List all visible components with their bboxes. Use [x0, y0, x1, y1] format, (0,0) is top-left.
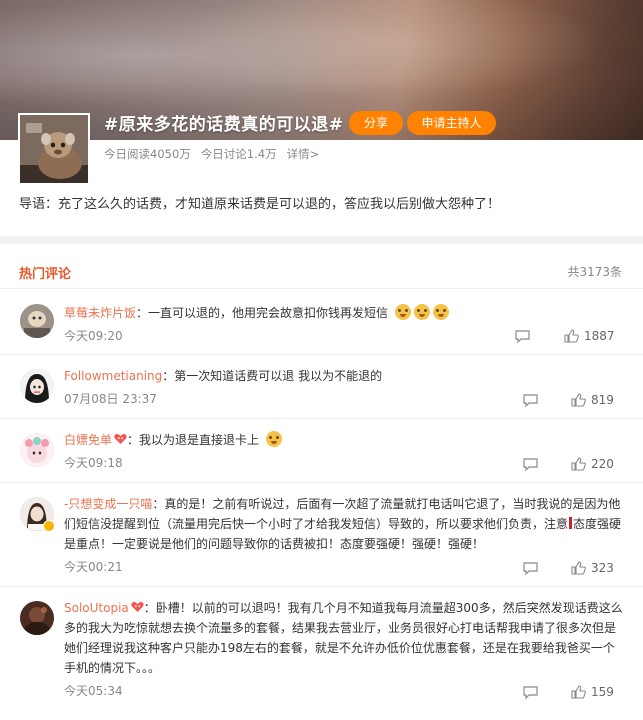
thumbs-up-icon: [571, 393, 586, 407]
comment-text: ：我以为退是直接退卡上: [127, 433, 260, 447]
crying-face-icon: [413, 304, 430, 320]
avatar[interactable]: [20, 497, 55, 532]
crying-face-icon: [432, 304, 449, 320]
reply-icon[interactable]: [523, 562, 538, 575]
comment-username[interactable]: SoloUtopia: [64, 601, 129, 615]
comment-username[interactable]: 草莓未炸片饭: [64, 306, 136, 320]
comment-item: 白嫖免单 ：我以为退是直接退卡上 今天09:18 220: [0, 419, 643, 483]
avatar[interactable]: [20, 369, 54, 403]
red-bar-icon: [569, 517, 573, 529]
share-button[interactable]: 分享: [349, 111, 403, 135]
details-link[interactable]: 详情>: [287, 146, 320, 162]
avatar[interactable]: [20, 433, 54, 467]
comment-time: 07月08日 23:37: [64, 392, 157, 406]
heart-badge-icon: [131, 602, 144, 612]
like-count: 819: [591, 393, 614, 407]
topic-card: [0, 140, 643, 236]
comment-total: 共3173条: [567, 265, 622, 279]
comment-username[interactable]: -只想变成一只喵: [64, 497, 152, 511]
comment-username[interactable]: 白嫖免单: [64, 433, 112, 447]
hot-comments-heading: 热门评论: [19, 267, 72, 282]
reply-icon[interactable]: [523, 458, 538, 471]
like-count: 1887: [584, 329, 615, 343]
discussion-count: 今日讨论1.4万: [200, 147, 277, 161]
comment-item: SoloUtopia ：卧槽！以前的可以退吗！我有几个月不知道我每月流量超300多…: [0, 587, 643, 720]
like-button[interactable]: 220: [571, 457, 614, 471]
avatar[interactable]: [20, 601, 54, 635]
comment-text: ：一直可以退的，他用完会故意扣你钱再发短信: [136, 306, 389, 320]
reply-icon[interactable]: [523, 394, 538, 407]
comment-time: 今天09:20: [64, 329, 123, 343]
apply-host-button[interactable]: 申请主持人: [407, 111, 496, 135]
reply-icon[interactable]: [515, 330, 530, 343]
comment-text: ：第一次知道话费可以退 我以为不能退的: [162, 369, 383, 383]
like-button[interactable]: 323: [571, 561, 614, 575]
comment-time: 今天00:21: [64, 560, 123, 574]
like-button[interactable]: 159: [571, 685, 614, 699]
laughing-face-icon: [265, 431, 282, 447]
comment-item: 草莓未炸片饭：一直可以退的，他用完会故意扣你钱再发短信 今天09:20 1887: [0, 289, 643, 355]
topic-title: #原来多花的话费真的可以退#: [104, 115, 344, 135]
topic-stats: 今日阅读4050万 今日讨论1.4万 详情>: [104, 146, 319, 162]
heart-badge-icon: [114, 434, 127, 444]
topic-guide: 导语：充了这么久的话费，才知道原来话费是可以退的，答应我以后别做大怨种了！: [19, 197, 501, 212]
comment-username[interactable]: Followmetianing: [64, 369, 162, 383]
read-count: 今日阅读4050万: [104, 147, 191, 161]
crying-face-icon: [394, 304, 411, 320]
comment-time: 今天09:18: [64, 456, 123, 470]
like-count: 159: [591, 685, 614, 699]
like-button[interactable]: 819: [571, 393, 614, 407]
reply-icon[interactable]: [523, 686, 538, 699]
thumbs-up-icon: [571, 561, 586, 575]
thumbs-up-icon: [571, 685, 586, 699]
verified-badge-icon: [43, 520, 55, 532]
like-button[interactable]: 1887: [564, 329, 615, 343]
comment-item: -只想变成一只喵：真的是！之前有听说过，后面有一次超了流量就打电话叫它退了，当时…: [0, 483, 643, 587]
topic-cover-image: [18, 113, 90, 185]
thumbs-up-icon: [564, 329, 579, 343]
like-count: 220: [591, 457, 614, 471]
comment-item: Followmetianing：第一次知道话费可以退 我以为不能退的 07月08…: [0, 355, 643, 419]
avatar[interactable]: [20, 304, 54, 338]
like-count: 323: [591, 561, 614, 575]
comment-text: ：卧槽！以前的可以退吗！我有几个月不知道我每月流量超300多，然后突然发现话费这…: [64, 601, 623, 675]
thumbs-up-icon: [571, 457, 586, 471]
comment-time: 今天05:34: [64, 684, 123, 698]
